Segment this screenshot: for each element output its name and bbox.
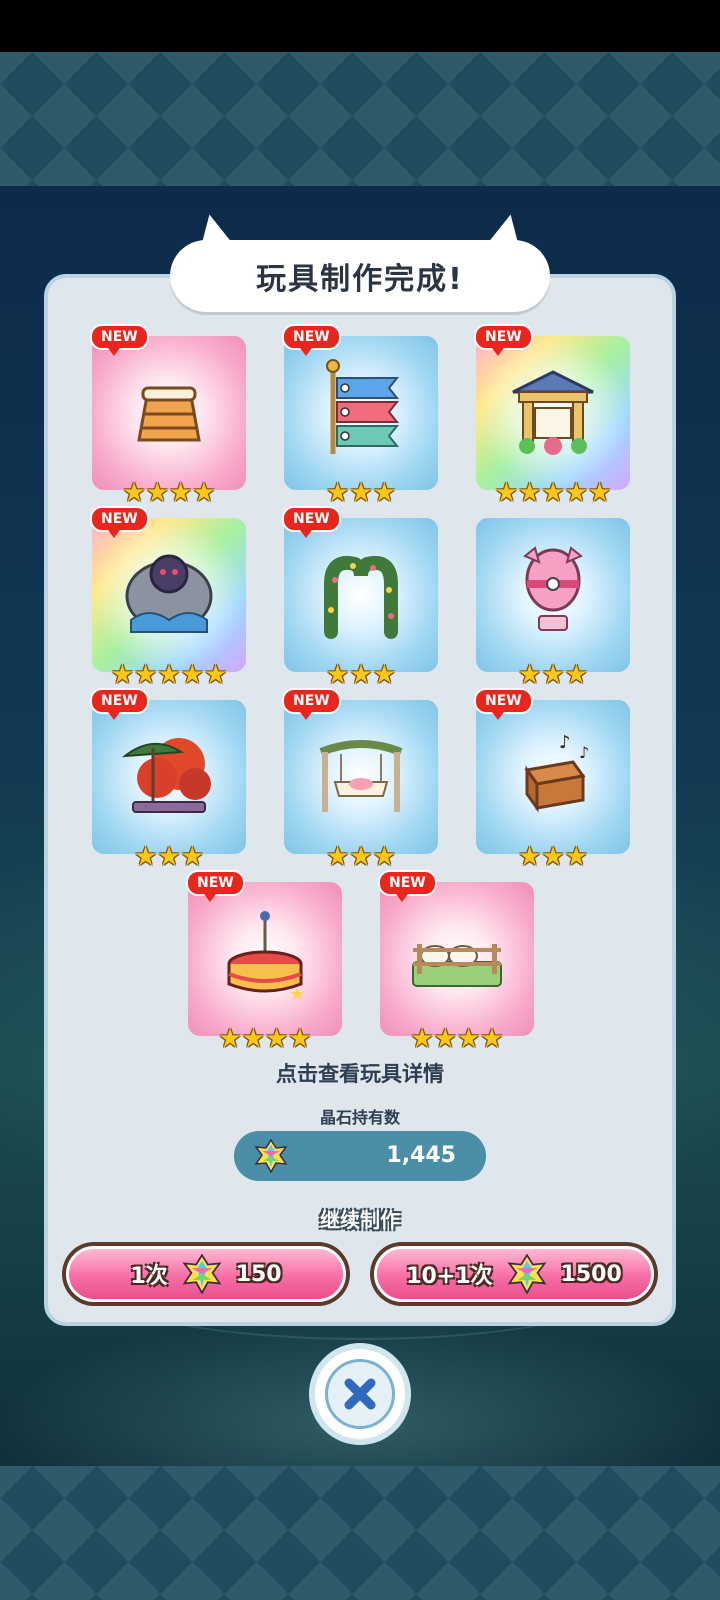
craft-ten-plus-one-cost: 1500 xyxy=(560,1261,622,1287)
status-bar xyxy=(0,0,720,52)
item-tile-koinobori[interactable]: NEW ★★★ xyxy=(282,324,438,506)
new-badge: NEW xyxy=(282,688,341,720)
garden-swing-icon xyxy=(319,740,403,812)
maple-tree-parasol-icon xyxy=(121,738,211,813)
craft-ten-plus-one-button[interactable]: 10+1次 1500 xyxy=(370,1242,658,1306)
background-pattern-top xyxy=(0,52,720,186)
item-tile-pink-hot-air-balloon[interactable]: ★★★ xyxy=(476,518,630,688)
item-tile-vaulting-box[interactable]: NEW ★★★★ xyxy=(90,324,246,506)
continue-crafting-label: 继续制作 xyxy=(320,1208,400,1232)
new-badge: NEW xyxy=(186,870,245,902)
shrine-gate-icon xyxy=(512,370,594,455)
rarity-stars: ★★★ xyxy=(326,478,396,508)
svg-text:♪: ♪ xyxy=(559,732,571,753)
rarity-stars: ★★★★★ xyxy=(110,660,228,690)
new-badge: NEW xyxy=(474,688,533,720)
new-badge: NEW xyxy=(90,506,149,538)
craft-once-cost: 150 xyxy=(235,1261,282,1287)
new-badge: NEW xyxy=(90,324,149,356)
rarity-stars: ★★★★ xyxy=(218,1024,312,1054)
crystal-balance-pill: 1,445 xyxy=(234,1131,486,1181)
rainbow-crystal-icon xyxy=(182,1254,222,1294)
rarity-stars: ★★★ xyxy=(518,660,588,690)
rainbow-crystal-icon xyxy=(507,1254,547,1294)
rarity-stars: ★★★★ xyxy=(410,1024,504,1054)
stone-monster-statue-icon xyxy=(125,554,213,633)
craft-ten-plus-one-label: 10+1次 xyxy=(406,1264,493,1289)
rainbow-crystal-icon xyxy=(254,1139,288,1173)
music-box-icon: ♪ ♪ xyxy=(524,732,589,813)
crystal-balance-label: 晶石持有数 xyxy=(319,1108,400,1127)
vaulting-box-icon xyxy=(137,386,201,442)
rarity-stars: ★★★ xyxy=(326,842,396,872)
pink-hot-air-balloon-icon xyxy=(523,546,583,631)
item-tile-garden-swing[interactable]: NEW ★★★ xyxy=(282,688,438,870)
new-badge: NEW xyxy=(474,324,533,356)
item-tile-heart-flower-arch[interactable]: NEW ★★★ xyxy=(282,506,438,688)
item-tile-stone-monster-statue[interactable]: NEW ★★★★★ xyxy=(90,506,246,688)
close-button[interactable] xyxy=(315,1349,405,1439)
svg-text:★: ★ xyxy=(289,984,305,1004)
new-badge: NEW xyxy=(378,870,437,902)
item-tile-music-box[interactable]: NEW ♪ ♪ ★★★ xyxy=(474,688,630,870)
dialog-title: 玩具制作完成! xyxy=(256,262,464,297)
item-tile-shrine-gate[interactable]: NEW ★★★★★ xyxy=(474,324,630,506)
item-tile-circus-stage[interactable]: NEW ★ ★★★★ xyxy=(186,870,342,1052)
item-tile-sheep-fence[interactable]: NEW ★★★★ xyxy=(378,870,534,1052)
koinobori-icon xyxy=(326,359,400,454)
title-tab: 玩具制作完成! xyxy=(170,240,550,312)
new-badge: NEW xyxy=(282,506,341,538)
tap-for-details-hint: 点击查看玩具详情 xyxy=(276,1062,444,1086)
close-icon xyxy=(344,1378,376,1410)
new-badge: NEW xyxy=(282,324,341,356)
craft-once-button[interactable]: 1次 150 xyxy=(62,1242,350,1306)
rarity-stars: ★★★★ xyxy=(122,478,216,508)
rarity-stars: ★★★★★ xyxy=(494,478,612,508)
sheep-fence-icon xyxy=(412,944,502,987)
item-tile-maple-tree-parasol[interactable]: NEW ★★★ xyxy=(90,688,246,870)
new-badge: NEW xyxy=(90,688,149,720)
craft-once-label: 1次 xyxy=(130,1264,168,1289)
rarity-stars: ★★★ xyxy=(326,660,396,690)
rarity-stars: ★★★ xyxy=(518,842,588,872)
heart-flower-arch-icon xyxy=(324,556,398,639)
circus-stage-icon: ★ xyxy=(227,911,305,1004)
crystal-balance-value: 1,445 xyxy=(386,1143,456,1168)
rarity-stars: ★★★ xyxy=(134,842,204,872)
background-pattern-bottom xyxy=(0,1466,720,1600)
svg-text:♪: ♪ xyxy=(579,743,589,762)
